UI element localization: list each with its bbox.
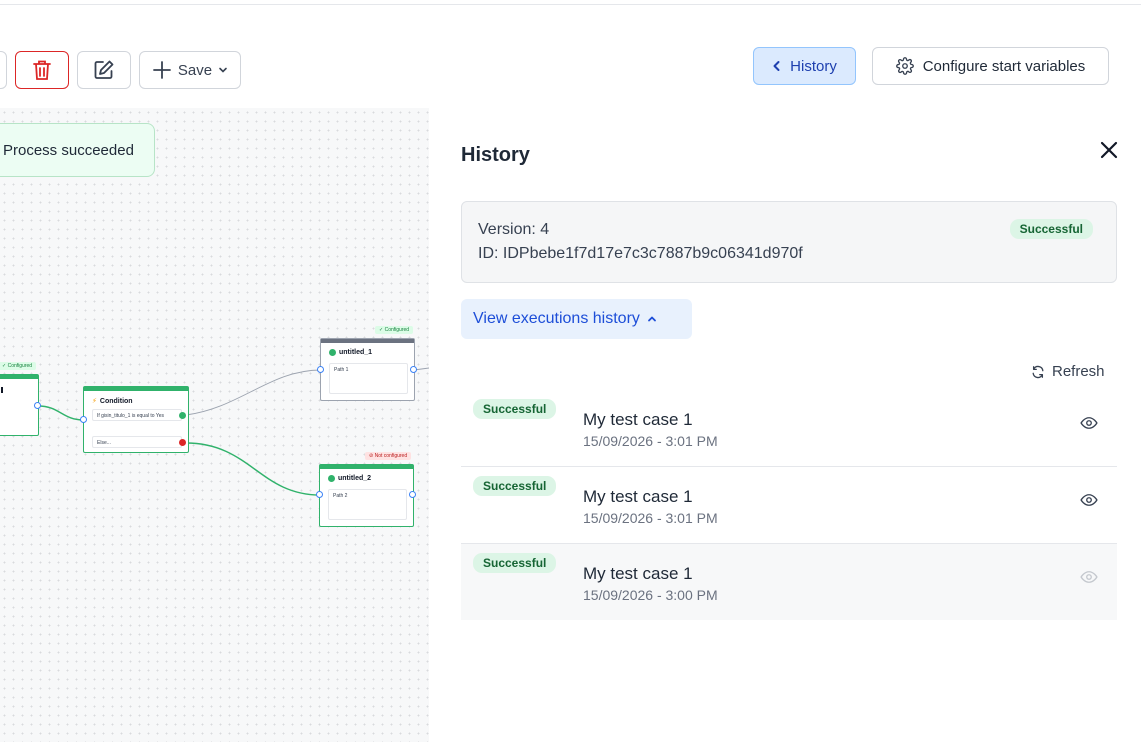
history-button[interactable]: History: [753, 47, 856, 85]
connector-condition-node2: [185, 442, 321, 496]
panel-title: History: [461, 144, 530, 166]
node-pin-icon: [328, 475, 335, 482]
version-id: ID: IDPbebe1f7d17e7c3c7887b9c06341d970f: [478, 245, 803, 262]
condition-title: ⚡ Condition: [92, 397, 133, 406]
condition-else: Else...: [92, 436, 182, 448]
plus-icon: [152, 61, 171, 79]
node1-input-port[interactable]: [317, 366, 324, 373]
condition-node[interactable]: ⚡ Condition If gisin_titulo_1 is equal t…: [83, 386, 189, 453]
close-button[interactable]: [1097, 138, 1121, 162]
status-badge: Successful: [1009, 219, 1093, 239]
top-divider: [0, 4, 1141, 5]
history-label: History: [790, 57, 837, 75]
node-path-box: Path 2: [328, 489, 407, 520]
workflow-canvas[interactable]: Process succeeded ✓ Configured ⚡ Conditi…: [0, 108, 429, 742]
toolbar-partial-button[interactable]: [0, 51, 7, 89]
configured-tag: ✓ Configured: [0, 362, 37, 370]
status-badge: Successful: [473, 399, 557, 419]
execution-name: My test case 1: [583, 410, 693, 429]
node-title: untitled_2: [328, 475, 371, 482]
node-untitled-1[interactable]: untitled_1 Path 1: [320, 338, 415, 401]
execution-date: 15/09/2026 - 3:01 PM: [583, 433, 718, 449]
execution-name: My test case 1: [583, 564, 693, 583]
node2-input-port[interactable]: [316, 491, 323, 498]
status-badge: Successful: [473, 476, 557, 496]
save-button[interactable]: Save: [139, 51, 241, 89]
refresh-icon: [1032, 365, 1044, 378]
execution-item[interactable]: Successful My test case 1 15/09/2026 - 3…: [461, 467, 1117, 544]
configured-tag: ✓ Configured: [375, 326, 414, 334]
execution-name: My test case 1: [583, 487, 693, 506]
gear-icon: [895, 57, 914, 75]
chevron-down-icon: [219, 67, 227, 73]
version-card: Version: 4 ID: IDPbebe1f7d17e7c3c7887b9c…: [461, 201, 1117, 283]
trash-icon: [33, 60, 51, 80]
node1-output-port[interactable]: [410, 366, 417, 373]
node-path-box: Path 1: [329, 363, 408, 394]
executions-list: Successful My test case 1 15/09/2026 - 3…: [461, 390, 1117, 620]
node-label-fragment: [1, 387, 3, 393]
delete-button[interactable]: [15, 51, 69, 89]
node-title: untitled_1: [329, 349, 372, 356]
view-executions-label: View executions history: [473, 310, 640, 327]
lightning-icon: ⚡: [92, 398, 97, 405]
refresh-label: Refresh: [1052, 363, 1105, 380]
node-header: [0, 375, 38, 379]
connector-start-condition: [37, 405, 85, 421]
status-badge: Successful: [473, 553, 557, 573]
node2-output-port[interactable]: [409, 491, 416, 498]
node-untitled-2[interactable]: untitled_2 Path 2: [319, 464, 414, 527]
connection-lines: [37, 367, 429, 496]
connector-condition-node1: [185, 369, 322, 416]
condition-input-port[interactable]: [80, 416, 87, 423]
close-icon: [1100, 141, 1118, 159]
node-header: [320, 465, 413, 469]
eye-icon[interactable]: [1080, 568, 1098, 586]
condition-else-port[interactable]: [179, 439, 186, 446]
edit-button[interactable]: [77, 51, 131, 89]
view-executions-history-button[interactable]: View executions history: [461, 299, 692, 339]
edit-icon: [94, 60, 114, 79]
node-pin-icon: [329, 349, 336, 356]
execution-item-selected[interactable]: Successful My test case 1 15/09/2026 - 3…: [461, 544, 1117, 620]
chevron-left-icon: [773, 61, 780, 71]
chevron-up-icon: [648, 316, 656, 322]
history-panel: History Version: 4 ID: IDPbebe1f7d17e7c3…: [429, 108, 1141, 742]
refresh-button[interactable]: Refresh: [1031, 363, 1105, 380]
partial-node-output-port[interactable]: [34, 402, 41, 409]
execution-date: 15/09/2026 - 3:00 PM: [583, 587, 718, 603]
configure-start-variables-button[interactable]: Configure start variables: [872, 47, 1109, 85]
node-header: [84, 387, 188, 391]
version-text: Version: 4: [478, 221, 550, 238]
save-label: Save: [177, 61, 213, 79]
not-configured-tag: ⊘ Not configured: [365, 452, 412, 460]
condition-rule: If gisin_titulo_1 is equal to Yes: [92, 409, 182, 421]
eye-icon[interactable]: [1080, 491, 1098, 509]
execution-date: 15/09/2026 - 3:01 PM: [583, 510, 718, 526]
eye-icon[interactable]: [1080, 414, 1098, 432]
execution-item[interactable]: Successful My test case 1 15/09/2026 - 3…: [461, 390, 1117, 467]
configure-label: Configure start variables: [922, 57, 1086, 75]
node-header: [321, 339, 414, 343]
condition-true-port[interactable]: [179, 412, 186, 419]
